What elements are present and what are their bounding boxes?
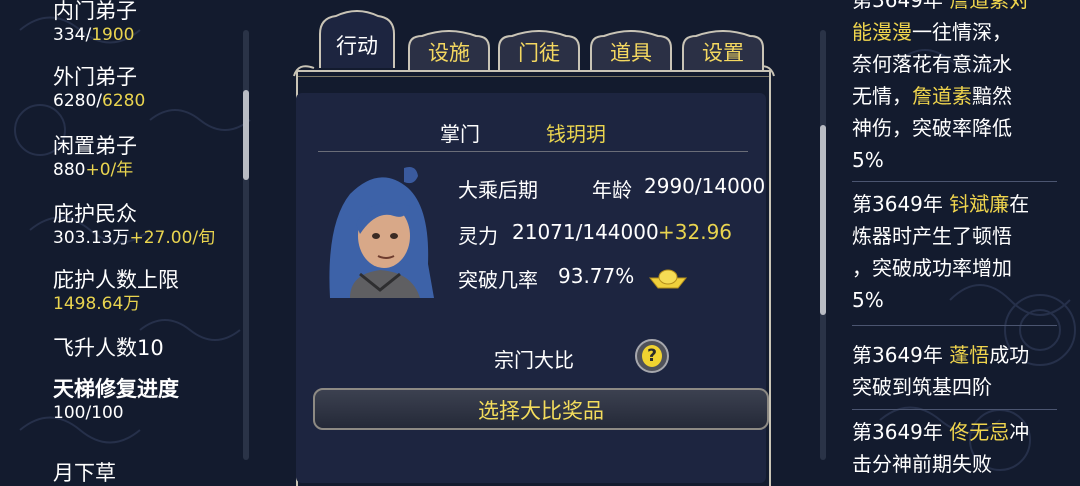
log-entry-2-year: 第3649年	[852, 192, 950, 216]
log-entry-1-text-e: 神伤，突破率降低	[852, 116, 1012, 140]
log-entry-breakthrough: 第3649年 蓬悟成功 突破到筑基四阶	[852, 339, 1062, 403]
outer-disciples-count: 6280/	[53, 91, 102, 111]
idle-disciples-rate: +0/年	[85, 160, 134, 180]
left-scrollbar[interactable]	[243, 30, 249, 460]
frame-corner-left-ornament	[293, 65, 315, 77]
leader-realm: 大乘后期	[458, 178, 538, 202]
idle-disciples-stat: 闲置弟子 880+0/年	[53, 133, 137, 181]
gold-ingot-icon[interactable]	[648, 266, 688, 292]
leader-age-label: 年龄	[592, 178, 632, 202]
log-entry-1-text-d: 黯然	[972, 84, 1012, 108]
sect-stats-panel: 内门弟子 334/1900 外门弟子 6280/6280 闲置弟子 880+0/…	[0, 0, 249, 486]
leader-spirit-label: 灵力	[458, 224, 498, 248]
log-entry-3-text-a: 成功	[989, 343, 1030, 367]
idle-disciples-label: 闲置弟子	[53, 134, 137, 158]
tab-settings-label: 设置	[702, 41, 744, 65]
protected-people-count: 303.13万	[53, 228, 130, 248]
log-entry-4-year: 第3649年	[852, 420, 950, 444]
tab-facilities[interactable]: 设施	[406, 30, 492, 72]
log-separator	[852, 325, 1057, 326]
ladder-repair-progress: 100/100	[53, 403, 124, 423]
log-entry-4-text-b: 击分神前期失败	[852, 452, 992, 476]
log-scrollbar[interactable]	[820, 30, 826, 460]
ascended-count-stat: 飞升人数10	[53, 335, 164, 361]
log-entry-1-text-f: 5%	[852, 148, 884, 172]
log-entry-2-actor: 钭斌廉	[949, 192, 1010, 216]
log-entry-2-text-b: 炼器时产生了顿悟	[852, 224, 1012, 248]
log-entry-3-year: 第3649年	[852, 343, 950, 367]
left-scrollbar-thumb[interactable]	[243, 90, 249, 180]
outer-disciples-cap: 6280	[102, 91, 146, 111]
breakthrough-label: 突破几率	[458, 268, 538, 292]
log-entry-1-text-b: 奈何落花有意流水	[852, 52, 1012, 76]
protection-cap-stat: 庇护人数上限 1498.64万	[53, 267, 179, 315]
outer-disciples-label: 外门弟子	[53, 65, 137, 89]
idle-disciples-count: 880	[53, 160, 86, 180]
inner-disciples-count: 334/	[53, 25, 92, 45]
inner-disciples-cap: 1900	[91, 25, 135, 45]
tab-disciples[interactable]: 门徒	[496, 30, 582, 72]
log-entry-3-actor: 蓬悟	[949, 343, 990, 367]
leader-title-label: 掌门	[440, 122, 480, 146]
outer-disciples-stat: 外门弟子 6280/6280	[53, 64, 145, 112]
leader-age-value: 2990/14000	[644, 174, 766, 198]
tab-settings[interactable]: 设置	[680, 30, 766, 72]
log-separator	[852, 409, 1057, 410]
log-entry-1-actor: 詹道素对	[949, 0, 1030, 12]
log-entry-1-actor-2: 詹道素	[912, 84, 972, 108]
ladder-repair-label: 天梯修复进度	[53, 377, 179, 401]
tab-action-label: 行动	[336, 34, 378, 58]
log-entry-3-text-b: 突破到筑基四阶	[852, 375, 992, 399]
tab-action[interactable]: 行动	[316, 8, 398, 68]
breakthrough-value: 93.77%	[558, 264, 635, 288]
ladder-repair-stat: 天梯修复进度 100/100	[53, 376, 179, 424]
protected-people-label: 庇护民众	[53, 202, 137, 226]
sect-tournament-label: 宗门大比	[494, 348, 574, 372]
log-entry-1-year: 第3649年	[852, 0, 943, 12]
tab-items-label: 道具	[610, 41, 652, 65]
action-panel: 行动 设施 门徒 道具 设置 掌门 钱玥玥 大乘后期 年龄 2990/14000…	[258, 0, 818, 486]
ascended-count-label: 飞升人数10	[53, 336, 164, 360]
frame-right-line	[769, 70, 771, 486]
log-entry-enlightenment: 第3649年 钭斌廉在 炼器时产生了顿悟 ，突破成功率增加 5%	[852, 188, 1062, 316]
log-entry-2-text-a: 在	[1009, 192, 1030, 216]
moon-herb-label: 月下草	[53, 461, 116, 485]
moon-herb-stat: 月下草	[53, 460, 116, 486]
log-scrollbar-thumb[interactable]	[820, 125, 826, 315]
log-separator	[852, 181, 1057, 182]
log-entry-2-text-c: ，突破成功率增加	[852, 256, 1012, 280]
leader-spirit-rate: +32.96	[658, 220, 733, 244]
leader-name[interactable]: 钱玥玥	[546, 118, 606, 147]
protected-people-stat: 庇护民众 303.13万+27.00/旬	[53, 201, 215, 249]
question-glyph: ?	[642, 345, 662, 367]
log-entry-1-text-a: 一往情深，	[912, 20, 1012, 44]
inner-disciples-stat: 内门弟子 334/1900	[53, 0, 137, 46]
leader-divider	[318, 151, 748, 152]
leader-portrait[interactable]	[320, 164, 440, 298]
protection-cap-label: 庇护人数上限	[53, 268, 179, 292]
tab-disciples-label: 门徒	[518, 41, 560, 65]
log-entry-failure: 第3649年 佟无忌冲 击分神前期失败	[852, 416, 1062, 480]
select-tournament-prize-button[interactable]: 选择大比奖品	[313, 388, 769, 430]
log-entry-romance: 第3649年 詹道素对 能漫漫一往情深， 奈何落花有意流水 无情，詹道素黯然 神…	[852, 0, 1062, 176]
protected-people-rate: +27.00/旬	[129, 228, 216, 248]
tab-items[interactable]: 道具	[588, 30, 674, 72]
log-entry-1-text-c: 无情，	[852, 84, 912, 108]
leader-spirit-value: 21071/144000	[512, 220, 659, 244]
log-entry-2-text-d: 5%	[852, 288, 884, 312]
frame-top-line-inner	[296, 76, 771, 77]
log-entry-1-target: 能漫漫	[852, 20, 912, 44]
question-icon[interactable]: ?	[635, 339, 669, 373]
log-entry-4-actor: 佟无忌	[949, 420, 1010, 444]
inner-disciples-label: 内门弟子	[53, 0, 137, 23]
log-entry-4-text-a: 冲	[1009, 420, 1030, 444]
event-log-panel: 第3649年 詹道素对 能漫漫一往情深， 奈何落花有意流水 无情，詹道素黯然 神…	[820, 0, 1080, 486]
tab-facilities-label: 设施	[428, 41, 470, 65]
protection-cap-value: 1498.64万	[53, 294, 141, 314]
